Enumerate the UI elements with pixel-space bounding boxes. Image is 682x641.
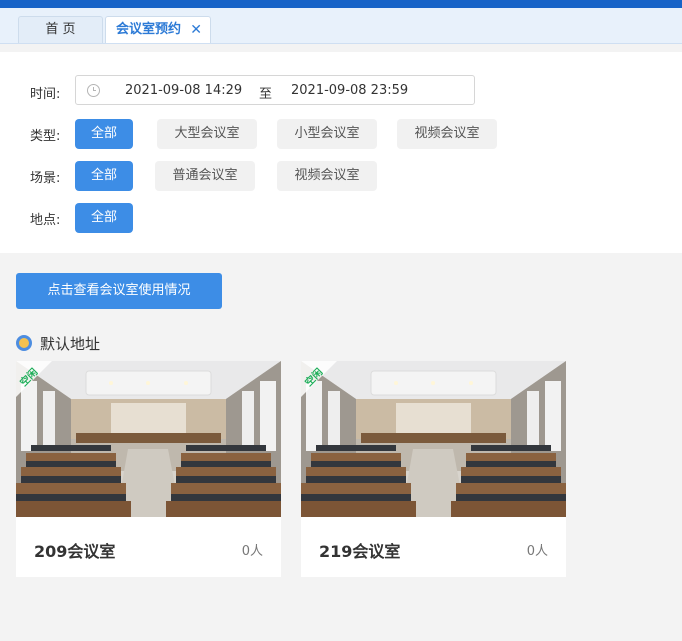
tab-meeting-room-booking[interactable]: 会议室预约 ✕ bbox=[105, 16, 211, 43]
tab-label: 会议室预约 bbox=[116, 22, 182, 37]
clock-icon bbox=[87, 84, 100, 97]
date-start-value[interactable]: 2021-09-08 14:29 bbox=[125, 83, 242, 98]
room-occupancy: 0人 bbox=[241, 544, 263, 559]
type-option-all[interactable]: 全部 bbox=[75, 119, 133, 149]
scene-label: 场景: bbox=[30, 171, 61, 186]
room-card[interactable]: 空闲 219会议室 0人 bbox=[301, 361, 566, 577]
date-range-picker[interactable]: 2021-09-08 14:29 至 2021-09-08 23:59 bbox=[75, 75, 475, 105]
room-occupancy: 0人 bbox=[526, 544, 548, 559]
room-name: 219会议室 bbox=[319, 542, 401, 561]
type-label: 类型: bbox=[30, 129, 61, 144]
room-photo bbox=[301, 361, 566, 517]
date-range-separator: 至 bbox=[259, 87, 273, 102]
view-usage-button[interactable]: 点击查看会议室使用情况 bbox=[16, 273, 222, 309]
tab-strip: 首 页 会议室预约 ✕ bbox=[0, 8, 682, 44]
location-label: 地点: bbox=[30, 213, 61, 228]
location-dot-icon bbox=[16, 335, 32, 351]
address-title: 默认地址 bbox=[40, 335, 101, 353]
date-end-value[interactable]: 2021-09-08 23:59 bbox=[291, 83, 408, 98]
type-option-small[interactable]: 小型会议室 bbox=[277, 119, 377, 149]
scene-option-all[interactable]: 全部 bbox=[75, 161, 133, 191]
scene-option-video[interactable]: 视频会议室 bbox=[277, 161, 377, 191]
scene-option-regular[interactable]: 普通会议室 bbox=[155, 161, 255, 191]
location-option-all[interactable]: 全部 bbox=[75, 203, 133, 233]
close-icon[interactable]: ✕ bbox=[190, 17, 202, 43]
room-photo bbox=[16, 361, 281, 517]
room-card[interactable]: 空闲 209会议室 0人 bbox=[16, 361, 281, 577]
top-brand-bar bbox=[0, 0, 682, 8]
type-option-video[interactable]: 视频会议室 bbox=[397, 119, 497, 149]
room-name: 209会议室 bbox=[34, 542, 116, 561]
time-label: 时间: bbox=[30, 87, 61, 102]
tab-home[interactable]: 首 页 bbox=[18, 16, 103, 43]
filter-panel: 时间: 2021-09-08 14:29 至 2021-09-08 23:59 … bbox=[0, 52, 682, 253]
type-option-large[interactable]: 大型会议室 bbox=[157, 119, 257, 149]
